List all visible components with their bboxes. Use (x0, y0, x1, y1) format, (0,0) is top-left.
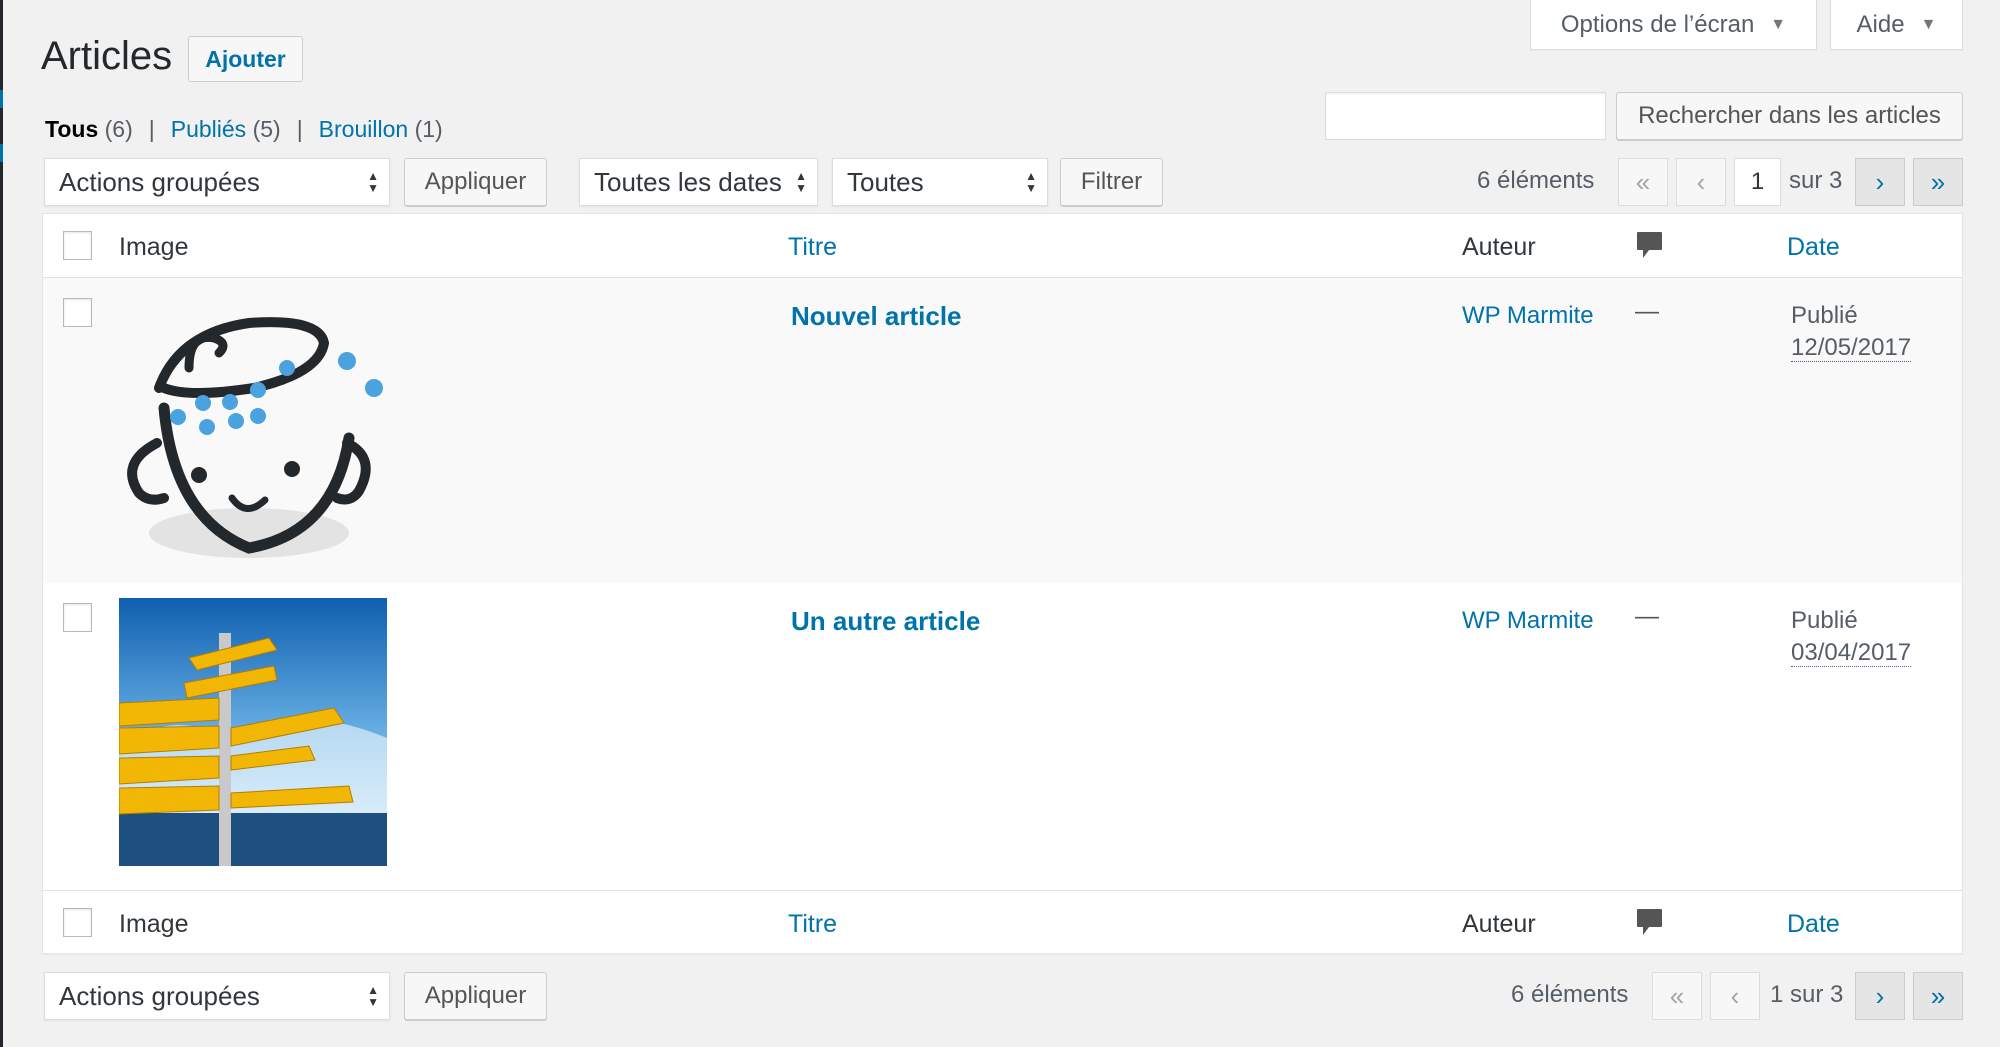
prev-page-button: ‹ (1676, 158, 1726, 206)
screen-options-button[interactable]: Options de l’écran ▼ (1530, 0, 1817, 50)
menu-highlight (0, 144, 3, 162)
last-page-button[interactable]: » (1913, 972, 1963, 1020)
column-date[interactable]: Date (1787, 910, 1840, 939)
signpost-thumbnail[interactable] (119, 598, 387, 866)
post-author-link[interactable]: WP Marmite (1462, 302, 1594, 330)
status-filters: Tous (6) | Publiés (5) | Brouillon (1) (45, 116, 443, 143)
first-page-button: « (1652, 972, 1702, 1020)
screen-options-label: Options de l’écran (1560, 10, 1755, 38)
column-image: Image (119, 233, 189, 261)
table-row: Un autre article WP Marmite — Publié 03/… (43, 583, 1962, 888)
prev-page-button: ‹ (1710, 972, 1760, 1020)
post-date: 12/05/2017 (1791, 334, 1912, 362)
post-title-link[interactable]: Nouvel article (791, 301, 962, 332)
select-arrows-icon: ▲ ▼ (367, 983, 379, 1009)
menu-highlight (0, 90, 3, 108)
select-all-checkbox[interactable] (63, 231, 92, 260)
filter-published[interactable]: Publiés (5) (171, 116, 281, 143)
category-filter-select[interactable]: Toutes ▲ ▼ (832, 158, 1048, 206)
date-filter-select[interactable]: Toutes les dates ▲ ▼ (579, 158, 818, 206)
post-comments: — (1635, 603, 1659, 630)
comment-icon (1637, 232, 1662, 258)
page-info: 1 sur 3 (1770, 981, 1844, 1008)
filter-published-label: Publiés (170, 116, 247, 142)
column-author: Auteur (1462, 910, 1536, 938)
column-title[interactable]: Titre (788, 233, 837, 262)
next-page-button[interactable]: › (1855, 158, 1905, 206)
column-image: Image (119, 910, 189, 938)
date-filter-value: Toutes les dates (594, 166, 782, 197)
admin-menu-edge (0, 0, 3, 1047)
filter-draft-label: Brouillon (318, 116, 409, 142)
post-status: Publié (1791, 607, 1858, 634)
cooking-pot-thumbnail[interactable] (119, 293, 387, 561)
posts-table: Image Titre Auteur Date Nouvel article W… (42, 213, 1963, 954)
category-filter-value: Toutes (847, 166, 924, 197)
apply-button-bottom[interactable]: Appliquer (404, 972, 547, 1020)
filter-all-label: Tous (45, 116, 99, 142)
add-new-button[interactable]: Ajouter (188, 36, 303, 82)
current-page-input[interactable]: 1 (1734, 158, 1781, 206)
search-button[interactable]: Rechercher dans les articles (1616, 92, 1963, 140)
page-title: Articles (41, 34, 173, 78)
last-page-button[interactable]: » (1913, 158, 1963, 206)
items-count: 6 éléments (1511, 981, 1629, 1008)
next-page-button[interactable]: › (1855, 972, 1905, 1020)
bulk-actions-select[interactable]: Actions groupées ▲ ▼ (44, 158, 390, 206)
page-total: sur 3 (1789, 167, 1843, 194)
table-row: Nouvel article WP Marmite — Publié 12/05… (43, 278, 1962, 583)
column-author: Auteur (1462, 233, 1536, 261)
post-status: Publié (1791, 302, 1858, 329)
items-count: 6 éléments (1477, 167, 1595, 194)
post-date: 03/04/2017 (1791, 639, 1912, 667)
filter-all[interactable]: Tous (6) (45, 116, 133, 143)
filter-separator: | (148, 116, 155, 142)
bulk-actions-value: Actions groupées (59, 166, 260, 197)
filter-all-count: (6) (104, 116, 133, 142)
post-title-link[interactable]: Un autre article (791, 606, 980, 637)
help-button[interactable]: Aide ▼ (1830, 0, 1963, 50)
filter-draft[interactable]: Brouillon (1) (319, 116, 443, 143)
post-author-link[interactable]: WP Marmite (1462, 607, 1594, 635)
filter-draft-count: (1) (414, 116, 443, 142)
select-arrows-icon: ▲ ▼ (367, 169, 379, 195)
first-page-button: « (1618, 158, 1668, 206)
table-footer: Image Titre Auteur Date (43, 890, 1962, 954)
select-all-checkbox[interactable] (63, 908, 92, 937)
caret-down-icon: ▼ (1770, 15, 1787, 33)
help-label: Aide (1856, 10, 1905, 38)
row-checkbox[interactable] (63, 298, 92, 327)
search-input[interactable] (1325, 92, 1606, 140)
bulk-actions-select-bottom[interactable]: Actions groupées ▲ ▼ (44, 972, 390, 1020)
apply-button[interactable]: Appliquer (404, 158, 547, 206)
post-comments: — (1635, 298, 1659, 325)
select-arrows-icon: ▲ ▼ (795, 169, 807, 195)
column-date[interactable]: Date (1787, 233, 1840, 262)
select-arrows-icon: ▲ ▼ (1025, 169, 1037, 195)
filter-button[interactable]: Filtrer (1060, 158, 1163, 206)
caret-down-icon: ▼ (1920, 15, 1937, 33)
bulk-actions-value: Actions groupées (59, 980, 260, 1011)
filter-separator: | (296, 116, 303, 142)
filter-published-count: (5) (252, 116, 281, 142)
comment-icon (1637, 909, 1662, 935)
row-checkbox[interactable] (63, 603, 92, 632)
table-header: Image Titre Auteur Date (43, 214, 1962, 278)
column-title[interactable]: Titre (788, 910, 837, 939)
